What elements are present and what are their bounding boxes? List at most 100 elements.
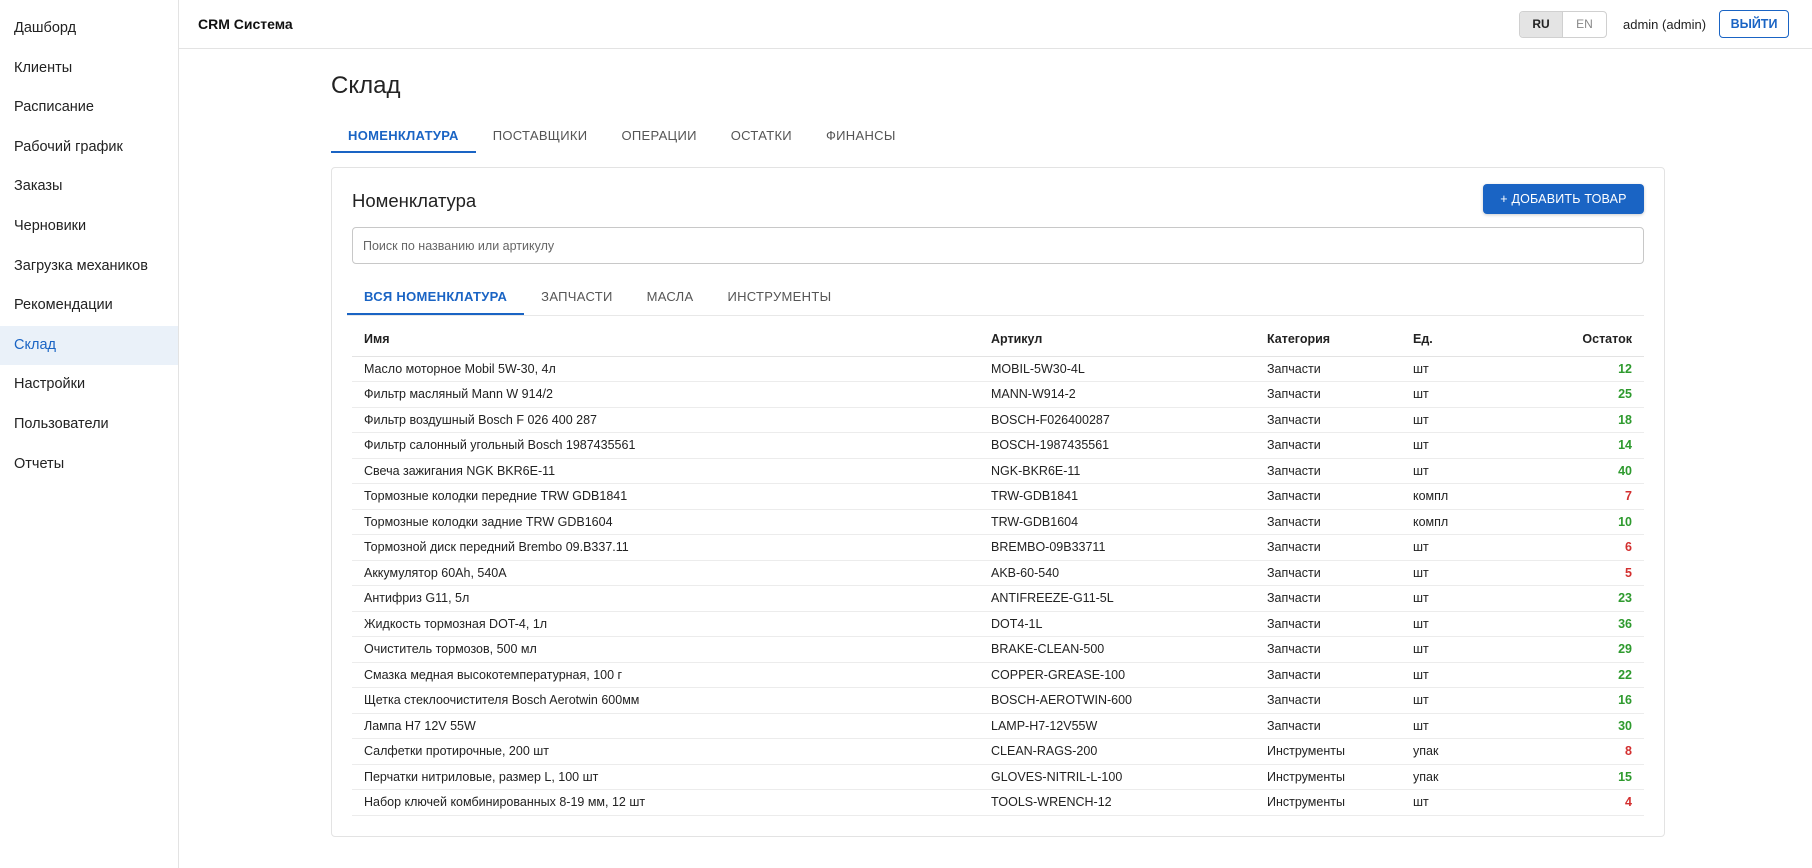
table-row[interactable]: Лампа H7 12V 55W LAMP-H7-12V55W Запчасти шт… [352, 713, 1644, 739]
cell-name: Фильтр салонный угольный Bosch 198743556… [352, 432, 979, 459]
cell-sku: COPPER-GREASE-100 [979, 662, 1255, 688]
cell-category: Запчасти [1255, 432, 1401, 459]
table-row[interactable]: Фильтр салонный угольный Bosch 198743556… [352, 432, 1644, 459]
sidebar-item[interactable]: Заказы [0, 167, 178, 207]
sidebar-item[interactable]: Рабочий график [0, 128, 178, 168]
cell-category: Инструменты [1255, 738, 1401, 765]
cell-unit: компл [1401, 509, 1496, 535]
table-row[interactable]: Смазка медная высокотемпературная, 100 г… [352, 662, 1644, 688]
table-row[interactable]: Набор ключей комбинированных 8-19 мм, 12… [352, 789, 1644, 816]
sidebar-item[interactable]: Отчеты [0, 445, 178, 485]
cell-sku: TRW-GDB1604 [979, 509, 1255, 535]
cell-stock: 36 [1496, 611, 1644, 637]
table-row[interactable]: Тормозные колодки задние TRW GDB1604 TRW-… [352, 509, 1644, 535]
table-row[interactable]: Свеча зажигания NGK BKR6E-11 NGK-BKR6E-11… [352, 458, 1644, 484]
cell-unit: упак [1401, 764, 1496, 790]
table-row[interactable]: Салфетки протирочные, 200 шт CLEAN-RAGS-2… [352, 738, 1644, 765]
tab-warehouse[interactable]: ПОСТАВЩИКИ [476, 119, 605, 153]
tab-warehouse[interactable]: НОМЕНКЛАТУРА [331, 119, 476, 153]
cell-name: Тормозной диск передний Brembo 09.B337.1… [352, 534, 979, 561]
column-header-sku[interactable]: Артикул [979, 322, 1255, 357]
cell-name: Аккумулятор 60Ah, 540A [352, 560, 979, 586]
cell-name: Жидкость тормозная DOT-4, 1л [352, 611, 979, 637]
cell-name: Свеча зажигания NGK BKR6E-11 [352, 458, 979, 484]
cell-unit: шт [1401, 789, 1496, 816]
table-row[interactable]: Аккумулятор 60Ah, 540A AKB-60-540 Запчасти… [352, 560, 1644, 586]
tab-category[interactable]: ВСЯ НОМЕНКЛАТУРА [347, 279, 525, 315]
cell-sku: CLEAN-RAGS-200 [979, 738, 1255, 765]
table-row[interactable]: Тормозные колодки передние TRW GDB1841 TR… [352, 483, 1644, 510]
cell-name: Перчатки нитриловые, размер L, 100 шт [352, 764, 979, 790]
cell-sku: MOBIL-5W30-4L [979, 356, 1255, 382]
cell-sku: ANTIFREEZE-G11-5L [979, 585, 1255, 612]
tab-category[interactable]: ЗАПЧАСТИ [524, 279, 629, 315]
table-row[interactable]: Очиститель тормозов, 500 мл BRAKE-CLEAN-5… [352, 636, 1644, 663]
sidebar-item[interactable]: Расписание [0, 88, 178, 128]
sidebar-item[interactable]: Настройки [0, 365, 178, 405]
cell-sku: LAMP-H7-12V55W [979, 713, 1255, 739]
table-row[interactable]: Антифриз G11, 5л ANTIFREEZE-G11-5L Запчаст… [352, 585, 1644, 612]
cell-stock: 30 [1496, 713, 1644, 739]
cell-category: Запчасти [1255, 483, 1401, 510]
sidebar-item[interactable]: Рекомендации [0, 286, 178, 326]
cell-sku: MANN-W914-2 [979, 381, 1255, 408]
sidebar-item[interactable]: Дашборд [0, 9, 178, 49]
table-row[interactable]: Жидкость тормозная DOT-4, 1л DOT4-1L Запча… [352, 611, 1644, 637]
cell-unit: шт [1401, 560, 1496, 586]
column-header-name[interactable]: Имя [352, 322, 979, 357]
table-row[interactable]: Тормозной диск передний Brembo 09.B337.1… [352, 534, 1644, 561]
cell-stock: 25 [1496, 381, 1644, 408]
cell-unit: шт [1401, 381, 1496, 408]
cell-category: Запчасти [1255, 534, 1401, 561]
cell-category: Запчасти [1255, 407, 1401, 433]
tab-category[interactable]: МАСЛА [630, 279, 711, 315]
column-header-category[interactable]: Категория [1255, 322, 1401, 357]
cell-name: Тормозные колодки задние TRW GDB1604 [352, 509, 979, 535]
sidebar-item[interactable]: Загрузка механиков [0, 247, 178, 287]
sidebar-item[interactable]: Черновики [0, 207, 178, 247]
cell-unit: шт [1401, 432, 1496, 459]
cell-sku: TRW-GDB1841 [979, 483, 1255, 510]
card-title: Номенклатура [352, 190, 477, 211]
cell-sku: AKB-60-540 [979, 560, 1255, 586]
cell-sku: BOSCH-F026400287 [979, 407, 1255, 433]
cell-unit: упак [1401, 738, 1496, 765]
cell-category: Запчасти [1255, 585, 1401, 612]
cell-sku: BRAKE-CLEAN-500 [979, 636, 1255, 663]
logout-button[interactable]: ВЫЙТИ [1719, 10, 1789, 38]
cell-sku: TOOLS-WRENCH-12 [979, 789, 1255, 816]
app-title: CRM Система [198, 16, 293, 32]
tab-warehouse[interactable]: ОСТАТКИ [714, 119, 809, 153]
cell-category: Запчасти [1255, 356, 1401, 382]
add-item-button[interactable]: + ДОБАВИТЬ ТОВАР [1483, 184, 1644, 214]
lang-ru-button[interactable]: RU [1520, 12, 1563, 37]
column-header-stock[interactable]: Остаток [1496, 322, 1644, 357]
table-row[interactable]: Фильтр воздушный Bosch F 026 400 287 BOSC… [352, 407, 1644, 433]
cell-name: Масло моторное Mobil 5W-30, 4л [352, 356, 979, 382]
cell-category: Запчасти [1255, 636, 1401, 663]
lang-en-button[interactable]: EN [1563, 12, 1606, 37]
language-switcher: RU EN [1519, 11, 1607, 38]
table-row[interactable]: Масло моторное Mobil 5W-30, 4л MOBIL-5W30… [352, 356, 1644, 382]
cell-name: Набор ключей комбинированных 8-19 мм, 12… [352, 789, 979, 816]
cell-sku: BOSCH-1987435561 [979, 432, 1255, 459]
cell-unit: шт [1401, 356, 1496, 382]
cell-stock: 23 [1496, 585, 1644, 612]
cell-category: Инструменты [1255, 789, 1401, 816]
column-header-unit[interactable]: Ед. [1401, 322, 1496, 357]
cell-name: Антифриз G11, 5л [352, 585, 979, 612]
sidebar-item[interactable]: Клиенты [0, 49, 178, 89]
tab-warehouse[interactable]: ОПЕРАЦИИ [604, 119, 713, 153]
table-row[interactable]: Фильтр масляный Mann W 914/2 MANN-W914-2 З… [352, 381, 1644, 408]
tab-category[interactable]: ИНСТРУМЕНТЫ [710, 279, 848, 315]
cell-sku: DOT4-1L [979, 611, 1255, 637]
cell-stock: 15 [1496, 764, 1644, 790]
sidebar-item[interactable]: Пользователи [0, 405, 178, 445]
table-row[interactable]: Перчатки нитриловые, размер L, 100 шт GLO… [352, 764, 1644, 790]
cell-stock: 8 [1496, 738, 1644, 765]
tab-warehouse[interactable]: ФИНАНСЫ [809, 119, 913, 153]
cell-category: Запчасти [1255, 458, 1401, 484]
search-input[interactable] [352, 227, 1644, 264]
sidebar-item[interactable]: Склад [0, 325, 178, 366]
table-row[interactable]: Щетка стеклоочистителя Bosch Aerotwin 60… [352, 687, 1644, 714]
